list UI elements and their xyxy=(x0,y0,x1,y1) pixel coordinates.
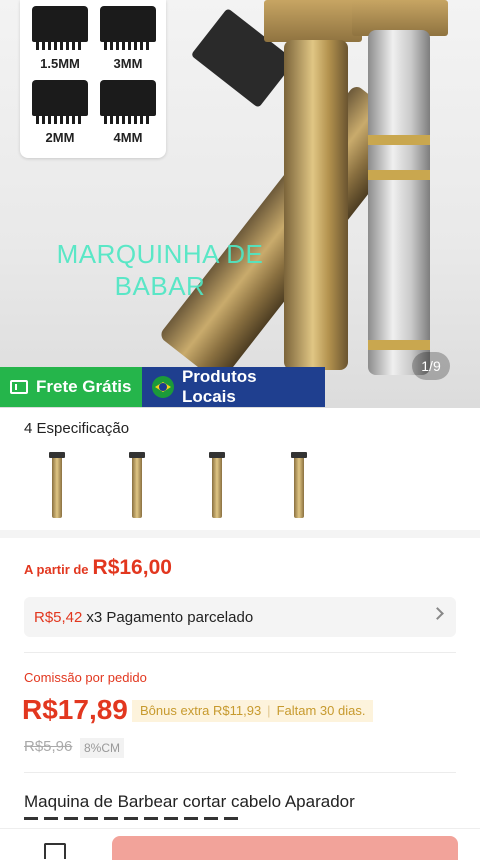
buy-button[interactable] xyxy=(112,836,458,860)
separator xyxy=(24,652,456,653)
local-products-badge: Produtos Locais xyxy=(142,367,325,407)
commission-rate-badge: 8%CM xyxy=(80,738,125,758)
guide-combs-panel: 1.5MM 3MM 2MM 4MM xyxy=(20,0,166,158)
bonus-badge: Bônus extra R$11,93 | Faltam 30 dias. xyxy=(132,700,374,722)
guide-comb: 1.5MM xyxy=(30,6,90,71)
clipper-head xyxy=(264,0,362,42)
ticket-icon xyxy=(10,380,28,394)
price-from: A partir de R$16,00 xyxy=(24,556,172,579)
original-price: R$5,96 xyxy=(24,738,73,755)
product-image-carousel[interactable]: 1.5MM 3MM 2MM 4MM MARQUINHA DE BABAR 1/9 xyxy=(0,0,480,408)
installment-row[interactable]: R$5,42 x3 Pagamento parcelado xyxy=(24,597,456,637)
guide-label: 2MM xyxy=(45,130,75,145)
guide-comb: 3MM xyxy=(98,6,158,71)
specifications-title[interactable]: 4 Especificação xyxy=(24,420,129,437)
guide-label: 3MM xyxy=(113,56,143,71)
clipper-silver xyxy=(368,30,430,375)
spec-thumbnail[interactable] xyxy=(100,448,174,518)
watermark-text: MARQUINHA DE BABAR xyxy=(56,239,264,301)
product-title-overflow xyxy=(24,815,324,827)
commission-label: Comissão por pedido xyxy=(24,670,147,685)
product-title: Maquina de Barbear cortar cabelo Aparado… xyxy=(24,792,355,811)
separator xyxy=(24,772,456,773)
clipper-gold xyxy=(284,40,348,370)
guide-comb: 4MM xyxy=(98,80,158,145)
section-divider xyxy=(0,530,480,538)
free-shipping-badge: Frete Grátis xyxy=(0,367,142,407)
commission-value: R$17,89 xyxy=(22,694,128,725)
image-counter: 1/9 xyxy=(412,352,450,380)
guide-comb: 2MM xyxy=(30,80,90,145)
chevron-right-icon xyxy=(431,607,444,620)
spec-thumbnail[interactable] xyxy=(262,448,336,518)
spec-thumbnail[interactable] xyxy=(180,448,254,518)
store-icon[interactable] xyxy=(44,843,66,859)
guide-label: 1.5MM xyxy=(40,56,80,71)
brazil-flag-icon xyxy=(152,376,174,398)
guide-label: 4MM xyxy=(113,130,143,145)
spec-thumbnail[interactable] xyxy=(20,448,94,518)
